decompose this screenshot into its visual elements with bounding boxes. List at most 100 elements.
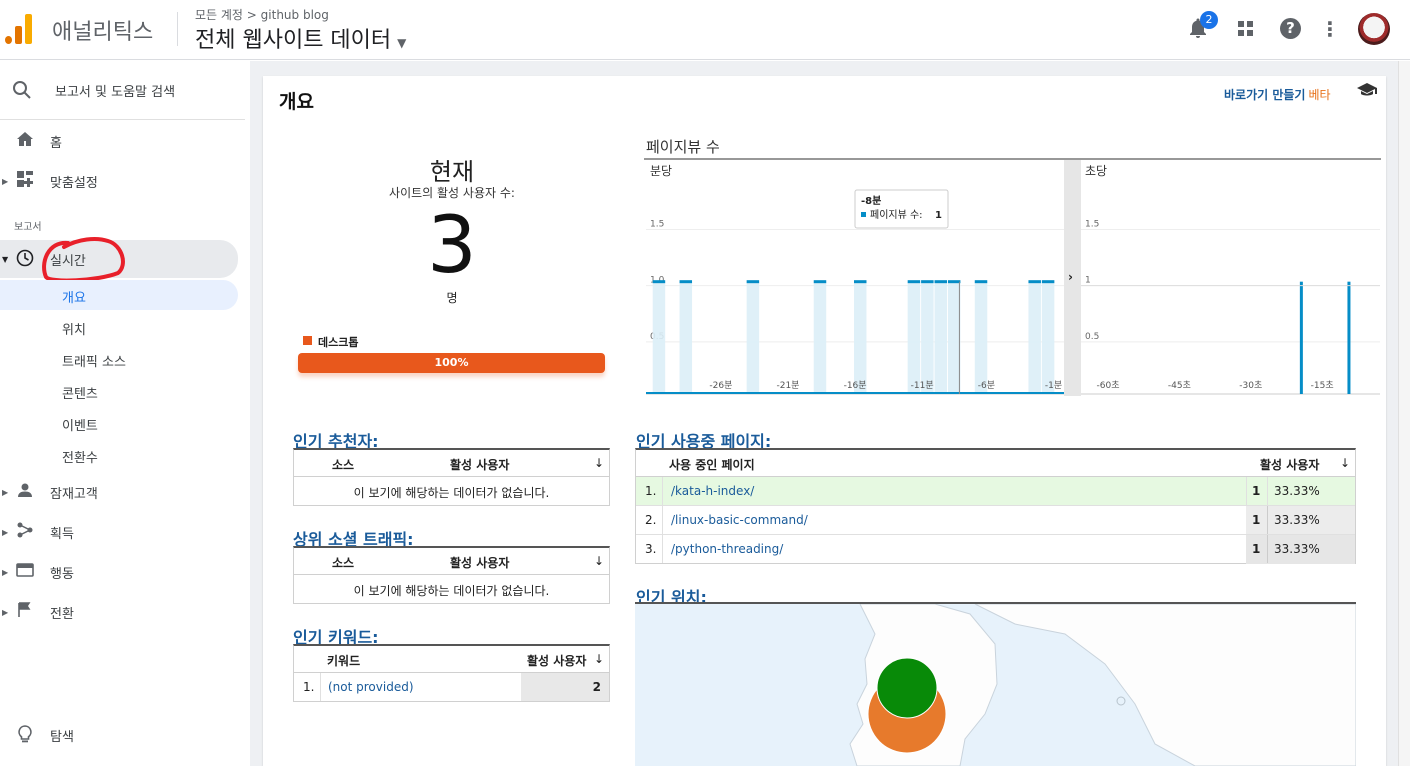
cell-divider (1267, 535, 1268, 563)
sidebar-search-input[interactable]: 보고서 및 도움말 검색 (55, 81, 175, 100)
sort-arrow-icon[interactable]: ↓ (594, 456, 604, 470)
sort-arrow-icon[interactable]: ↓ (1340, 456, 1350, 470)
sidebar-item-label: 맞춤설정 (50, 175, 98, 191)
col-source[interactable]: 소스 (332, 554, 354, 571)
sidebar-item-discover[interactable]: 탐색 (0, 717, 240, 753)
app-name[interactable]: 애널리틱스 (52, 14, 153, 46)
now-label: 현재 (429, 158, 475, 186)
col-source[interactable]: 소스 (332, 456, 354, 473)
col-active-users[interactable]: 활성 사용자 (1260, 456, 1319, 473)
keywords-table: 키워드 활성 사용자 ↓ 1. (not provided) 2 (293, 644, 610, 702)
table-row[interactable]: 1. /kata-h-index/ 1 33.33% (636, 477, 1355, 506)
sidebar-sub-events[interactable]: 이벤트 (0, 408, 238, 438)
panel-label-1: 초당 (1085, 164, 1107, 178)
sort-arrow-icon[interactable]: ↓ (594, 554, 604, 568)
sort-arrow-icon[interactable]: ↓ (594, 652, 604, 666)
sidebar: 보고서 및 도움말 검색 홈 ▶ 맞춤설정 보고서 ▼ 실시간 개요 위치 트래… (0, 61, 250, 766)
sidebar-item-home[interactable]: 홈 (0, 123, 240, 159)
view-selector[interactable]: 전체 웹사이트 데이터 ▼ (195, 22, 406, 54)
more-vert-icon[interactable]: ⋮ (1318, 17, 1342, 41)
home-icon (15, 131, 35, 151)
referrers-table: 소스 활성 사용자 ↓ 이 보기에 해당하는 데이터가 없습니다. (293, 448, 610, 506)
sidebar-sub-conversions[interactable]: 전환수 (0, 440, 238, 470)
cell-divider (320, 673, 321, 701)
sidebar-item-behavior[interactable]: ▶ 행동 (0, 554, 240, 590)
x-tick-label: -6분 (978, 380, 995, 391)
tooltip-swatch (861, 212, 866, 217)
sidebar-sub-locations[interactable]: 위치 (0, 312, 238, 342)
scrollbar[interactable] (1398, 61, 1410, 766)
flag-icon (15, 602, 35, 622)
col-active-users[interactable]: 활성 사용자 (527, 652, 586, 669)
sidebar-item-label: 획득 (50, 526, 74, 542)
cell-divider (1267, 506, 1268, 534)
desktop-legend-label: 데스크톱 (318, 336, 359, 349)
expand-arrow-icon: ▶ (2, 176, 9, 186)
col-active-page[interactable]: 사용 중인 페이지 (669, 456, 755, 473)
page-link[interactable]: /python-threading/ (671, 542, 783, 556)
x-tick-label: -11분 (911, 380, 934, 391)
korea-map-svg (849, 604, 1356, 766)
row-index: 3. (645, 542, 657, 556)
expand-arrow-icon: ▶ (2, 487, 9, 497)
pageviews-chart: ›분당1.51.00.5-26분-21분-16분-11분-6분-1분초당1.51… (644, 158, 1381, 396)
chevron-down-icon: ▼ (397, 36, 407, 50)
keyword-link[interactable]: (not provided) (328, 680, 414, 694)
table-header: 사용 중인 페이지 활성 사용자 ↓ (636, 450, 1355, 477)
col-active-users[interactable]: 활성 사용자 (450, 456, 509, 473)
y-tick-label: 1 (1085, 276, 1091, 286)
pageview-bar (1299, 281, 1303, 394)
sidebar-item-acquisition[interactable]: ▶ 획득 (0, 514, 240, 550)
sidebar-item-customize[interactable]: ▶ 맞춤설정 (0, 163, 240, 199)
cell-divider (1246, 477, 1247, 505)
create-shortcut-link[interactable]: 바로가기 만들기 베타 (1224, 86, 1331, 103)
row-index: 2. (645, 513, 657, 527)
table-header: 키워드 활성 사용자 ↓ (294, 646, 609, 673)
col-active-users[interactable]: 활성 사용자 (450, 554, 509, 571)
pageview-bar-area (679, 281, 693, 394)
pageview-bar-area (921, 281, 934, 394)
beta-badge: 베타 (1308, 88, 1331, 102)
y-tick-label: 1.5 (1085, 220, 1099, 230)
shortcut-label: 바로가기 만들기 (1224, 88, 1306, 102)
locations-map[interactable] (635, 604, 1356, 766)
sidebar-item-label: 홈 (50, 135, 62, 151)
sidebar-item-conversions[interactable]: ▶ 전환 (0, 594, 240, 630)
sidebar-sub-overview[interactable]: 개요 (0, 280, 238, 310)
analytics-logo-icon[interactable] (5, 12, 33, 44)
x-tick-label: -30초 (1239, 380, 1262, 391)
header-divider (177, 12, 178, 46)
red-circle-annotation (42, 237, 125, 283)
x-tick-label: -45초 (1168, 380, 1191, 391)
divider (0, 119, 245, 120)
table-row[interactable]: 3. /python-threading/ 1 33.33% (636, 535, 1355, 564)
graduation-cap-icon[interactable] (1356, 82, 1378, 103)
page-users: 1 (1252, 513, 1261, 527)
table-row[interactable]: 2. /linux-basic-command/ 1 33.33% (636, 506, 1355, 535)
sidebar-sub-traffic-sources[interactable]: 트래픽 소스 (0, 344, 238, 374)
expand-arrow-icon: ▶ (2, 607, 9, 617)
notification-badge: 2 (1200, 11, 1218, 29)
breadcrumb[interactable]: 모든 계정 > github blog (195, 6, 329, 23)
col-keyword[interactable]: 키워드 (327, 652, 360, 669)
collapse-arrow-icon: ▼ (2, 254, 9, 264)
x-tick-label: -26분 (709, 380, 732, 391)
pageview-bar (1347, 281, 1351, 394)
page-title: 개요 (279, 91, 314, 113)
page-link[interactable]: /linux-basic-command/ (671, 513, 808, 527)
empty-message: 이 보기에 해당하는 데이터가 없습니다. (353, 584, 550, 598)
page-link[interactable]: /kata-h-index/ (671, 484, 754, 498)
sidebar-item-label: 전환 (50, 606, 74, 622)
apps-grid-icon[interactable] (1238, 21, 1254, 37)
sidebar-item-audience[interactable]: ▶ 잠재고객 (0, 474, 240, 510)
x-tick-label: -15초 (1311, 380, 1334, 391)
avatar[interactable] (1358, 13, 1390, 45)
expand-arrow-icon: ▶ (2, 567, 9, 577)
sidebar-sub-content[interactable]: 콘텐츠 (0, 376, 238, 406)
pageview-bar-area (907, 281, 921, 394)
x-tick-label: -1분 (1045, 380, 1062, 391)
help-icon[interactable]: ? (1280, 18, 1301, 39)
page-users: 1 (1252, 484, 1261, 498)
cell-divider (1267, 477, 1268, 505)
cell-divider (662, 535, 663, 563)
